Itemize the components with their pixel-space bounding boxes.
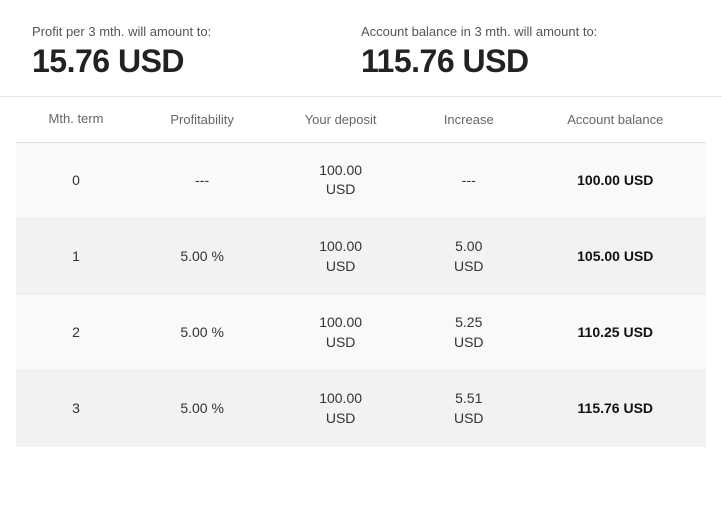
table-row: 1 5.00 % 100.00USD 5.00USD 105.00 USD [16,219,706,295]
cell-profitability: 5.00 % [136,219,268,295]
col-header-increase: Increase [413,97,525,142]
profit-label: Profit per 3 mth. will amount to: [32,24,361,39]
cell-balance: 105.00 USD [525,219,706,295]
cell-balance: 115.76 USD [525,371,706,447]
cell-mth: 2 [16,295,136,371]
col-header-mth: Mth. term [16,97,136,142]
table-row: 3 5.00 % 100.00USD 5.51USD 115.76 USD [16,371,706,447]
cell-deposit: 100.00USD [268,295,413,371]
col-header-deposit: Your deposit [268,97,413,142]
table-body: 0 --- 100.00USD --- 100.00 USD 1 5.00 % … [16,142,706,446]
profit-value: 15.76 USD [32,43,361,80]
profit-block: Profit per 3 mth. will amount to: 15.76 … [32,24,361,80]
balance-label: Account balance in 3 mth. will amount to… [361,24,690,39]
cell-increase: 5.51USD [413,371,525,447]
cell-mth: 0 [16,142,136,218]
cell-deposit: 100.00USD [268,142,413,218]
cell-deposit: 100.00USD [268,371,413,447]
col-header-profitability: Profitability [136,97,268,142]
balance-value: 115.76 USD [361,43,690,80]
cell-increase: 5.00USD [413,219,525,295]
balance-block: Account balance in 3 mth. will amount to… [361,24,690,80]
cell-deposit: 100.00USD [268,219,413,295]
cell-increase: 5.25USD [413,295,525,371]
table-container: Mth. term Profitability Your deposit Inc… [0,97,722,529]
cell-profitability: --- [136,142,268,218]
table-row: 0 --- 100.00USD --- 100.00 USD [16,142,706,218]
cell-increase: --- [413,142,525,218]
col-header-balance: Account balance [525,97,706,142]
cell-balance: 100.00 USD [525,142,706,218]
table-row: 2 5.00 % 100.00USD 5.25USD 110.25 USD [16,295,706,371]
table-header-row: Mth. term Profitability Your deposit Inc… [16,97,706,142]
summary-section: Profit per 3 mth. will amount to: 15.76 … [0,0,722,97]
data-table: Mth. term Profitability Your deposit Inc… [16,97,706,447]
cell-mth: 3 [16,371,136,447]
cell-profitability: 5.00 % [136,295,268,371]
cell-mth: 1 [16,219,136,295]
cell-profitability: 5.00 % [136,371,268,447]
cell-balance: 110.25 USD [525,295,706,371]
